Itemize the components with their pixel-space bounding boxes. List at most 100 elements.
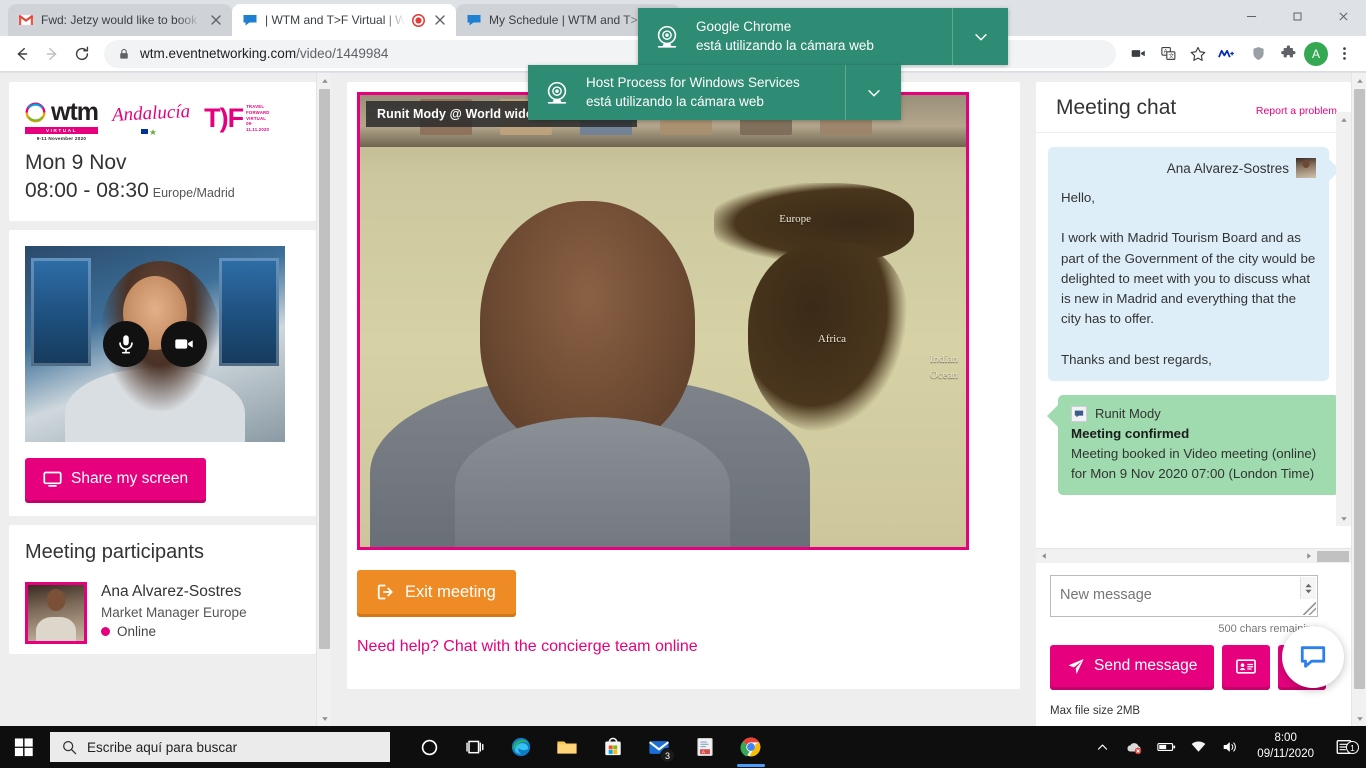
page-scrollbar[interactable]: [1351, 73, 1366, 726]
movistar-extension-icon[interactable]: [1214, 40, 1242, 68]
onedrive-error-icon[interactable]: [1123, 740, 1145, 755]
scrollbar-thumb[interactable]: [1317, 551, 1349, 562]
minimize-icon[interactable]: [1228, 0, 1274, 32]
reload-icon[interactable]: [68, 40, 96, 68]
scroll-down-arrow-icon[interactable]: [317, 711, 332, 726]
task-view-icon[interactable]: [454, 726, 496, 768]
forward-arrow-icon[interactable]: [38, 40, 66, 68]
self-video-preview: [25, 246, 285, 442]
exit-meeting-button[interactable]: Exit meeting: [357, 570, 516, 614]
concierge-help-link[interactable]: Need help? Chat with the concierge team …: [357, 638, 1010, 656]
eventnetworking-icon: [1071, 405, 1087, 422]
maximize-icon[interactable]: [1274, 0, 1320, 32]
live-chat-widget-button[interactable]: [1282, 626, 1344, 688]
new-message-placeholder: New message: [1060, 587, 1152, 603]
edge-icon[interactable]: [500, 726, 542, 768]
url-text: wtm.eventnetworking.com/video/1449984: [140, 46, 388, 61]
close-icon[interactable]: [432, 12, 448, 28]
max-file-size-label: Max file size 2MB: [1050, 705, 1141, 717]
file-explorer-icon[interactable]: [546, 726, 588, 768]
webcam-notification-host-process[interactable]: Host Process for Windows Services está u…: [528, 65, 901, 120]
chat-message-system: Runit Mody Meeting confirmed Meeting boo…: [1047, 394, 1339, 495]
three-dot-menu-icon[interactable]: [1330, 40, 1358, 68]
clock-time: 8:00: [1274, 732, 1297, 745]
scrollbar-thumb[interactable]: [1354, 89, 1365, 689]
taskbar-clock[interactable]: 8:00 09/11/2020: [1251, 731, 1320, 762]
url-path: /video/1449984: [296, 46, 389, 61]
map-label-europe: Europe: [779, 213, 811, 225]
battery-icon[interactable]: [1155, 741, 1177, 753]
share-my-screen-label: Share my screen: [71, 470, 189, 487]
chevron-up-icon[interactable]: [1091, 741, 1113, 754]
scroll-up-arrow-icon[interactable]: [1336, 112, 1351, 127]
contact-card-button[interactable]: [1222, 645, 1271, 687]
list-item[interactable]: Ana Alvarez-Sostres Market Manager Europ…: [25, 582, 300, 644]
browser-tab-2[interactable]: | WTM and T>F Virtual | WTM: [232, 4, 456, 36]
chat-scrollbar[interactable]: [1336, 112, 1351, 526]
microphone-icon[interactable]: [103, 321, 149, 367]
report-problem-link[interactable]: Report a problem: [1256, 105, 1337, 117]
back-arrow-icon[interactable]: [8, 40, 36, 68]
camera-icon[interactable]: [1124, 40, 1152, 68]
resize-grip-icon[interactable]: [1303, 602, 1316, 615]
map-label-africa: Africa: [817, 333, 846, 345]
scroll-up-arrow-icon[interactable]: [1352, 73, 1366, 88]
scrollbar-thumb[interactable]: [319, 89, 330, 649]
chevron-down-icon[interactable]: [845, 65, 901, 120]
shield-extension-icon[interactable]: [1244, 40, 1272, 68]
eu-flags-icon: [141, 128, 161, 136]
avatar: [1296, 158, 1316, 178]
eventnetworking-icon: [242, 12, 258, 28]
wtm-globe-icon: [25, 102, 46, 123]
browser-tab-1[interactable]: Fwd: Jetzy would like to book an: [8, 4, 232, 36]
webcam-icon: [528, 79, 586, 107]
send-message-button[interactable]: Send message: [1050, 645, 1215, 687]
avatar[interactable]: A: [1304, 41, 1328, 66]
window-controls: [1228, 0, 1366, 32]
notification-app-name: Host Process for Windows Services: [586, 75, 800, 91]
translate-icon[interactable]: A文: [1154, 40, 1182, 68]
notification-text: Host Process for Windows Services está u…: [586, 74, 845, 110]
volume-icon[interactable]: [1219, 740, 1241, 754]
chevron-down-icon[interactable]: [952, 8, 1008, 65]
scroll-left-arrow-icon[interactable]: [1038, 552, 1048, 560]
video-camera-icon[interactable]: [161, 321, 207, 367]
status-label: Online: [117, 624, 157, 640]
chat-system-header: Runit Mody: [1071, 405, 1326, 422]
close-icon[interactable]: [208, 12, 224, 28]
chat-horizontal-scrollbar[interactable]: [1036, 548, 1351, 563]
share-my-screen-button[interactable]: Share my screen: [25, 458, 207, 500]
close-icon[interactable]: [1320, 0, 1366, 32]
new-message-input[interactable]: New message: [1050, 575, 1318, 617]
adobe-reader-icon[interactable]: A: [684, 726, 726, 768]
puzzle-extensions-icon[interactable]: [1274, 40, 1302, 68]
chat-bubble-icon: [1299, 643, 1327, 671]
online-dot-icon: [101, 627, 110, 637]
chrome-icon[interactable]: [730, 726, 772, 768]
scroll-up-arrow-icon[interactable]: [317, 73, 332, 88]
eventnetworking-icon: [466, 12, 482, 28]
gmail-icon: [18, 12, 34, 28]
tab-title: Fwd: Jetzy would like to book an: [41, 13, 201, 27]
search-input[interactable]: Escribe aquí para buscar: [50, 732, 390, 762]
wifi-icon[interactable]: [1187, 740, 1209, 754]
search-placeholder: Escribe aquí para buscar: [87, 739, 238, 755]
mail-icon[interactable]: 3: [638, 726, 680, 768]
sidebar-scrollbar[interactable]: [316, 73, 331, 726]
microsoft-store-icon[interactable]: [592, 726, 634, 768]
remote-person-head: [480, 201, 695, 451]
exit-door-icon: [377, 583, 396, 601]
spinner-control[interactable]: [1300, 577, 1316, 599]
bookmark-star-icon[interactable]: [1184, 40, 1212, 68]
webcam-notification-chrome[interactable]: Google Chrome está utilizando la cámara …: [638, 8, 1008, 65]
search-icon: [62, 740, 77, 755]
recording-indicator-icon: [412, 13, 425, 27]
scroll-down-arrow-icon[interactable]: [1352, 711, 1366, 726]
chars-remaining-label: 500 chars remaining: [1218, 623, 1318, 635]
action-center-icon[interactable]: 1: [1330, 738, 1359, 756]
cortana-icon[interactable]: [408, 726, 450, 768]
meeting-timezone: Europe/Madrid: [152, 186, 235, 200]
windows-start-icon[interactable]: [0, 726, 48, 768]
scroll-down-arrow-icon[interactable]: [1336, 511, 1351, 526]
andalucia-logo-text: Andalucía: [111, 100, 191, 127]
